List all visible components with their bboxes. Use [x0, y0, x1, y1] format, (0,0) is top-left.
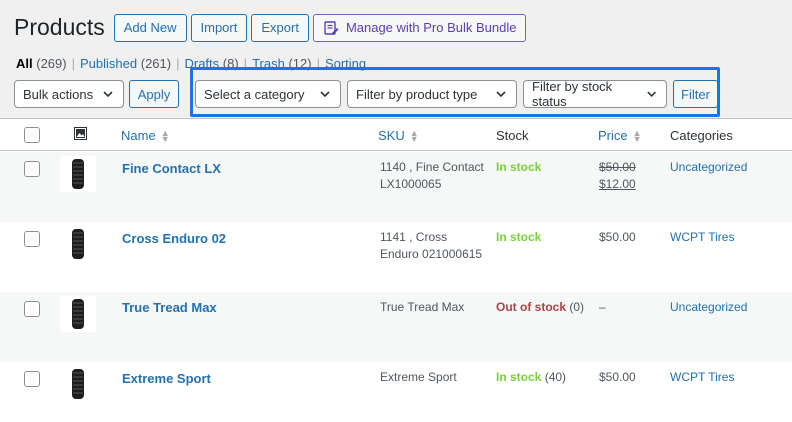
- bulk-actions-select[interactable]: Bulk actions: [14, 80, 124, 108]
- chevron-down-icon: [647, 91, 656, 97]
- stock-status-filter-select[interactable]: Filter by stock status: [523, 79, 667, 109]
- category-link[interactable]: WCPT Tires: [670, 230, 734, 244]
- stock-quantity: (0): [569, 300, 585, 314]
- filter-button[interactable]: Filter: [673, 80, 718, 108]
- product-price: $50.00: [599, 370, 636, 384]
- row-checkbox[interactable]: [24, 371, 40, 387]
- column-sku-label: SKU: [378, 128, 405, 143]
- product-type-filter-value: Filter by product type: [356, 86, 478, 102]
- product-name-link[interactable]: True Tread Max: [122, 300, 217, 315]
- tire-image-icon: [72, 229, 84, 259]
- sort-icon: ▲ ▼: [409, 127, 419, 144]
- view-separator: |: [71, 56, 75, 71]
- stock-status: In stock: [496, 230, 541, 244]
- product-price: –: [599, 300, 606, 314]
- tire-image-icon: [72, 299, 84, 329]
- column-price[interactable]: Price ▲ ▼: [598, 128, 642, 143]
- table-row: Fine Contact LX 1140 , Fine Contact LX10…: [0, 152, 792, 222]
- column-categories: Categories: [670, 128, 733, 143]
- product-sku: 1141 , Cross Enduro 021000615: [380, 230, 483, 261]
- row-checkbox[interactable]: [24, 161, 40, 177]
- stock-quantity: (40): [544, 370, 567, 384]
- product-price: $50.00 $12.00: [599, 159, 636, 193]
- image-icon: [74, 127, 87, 140]
- status-views: All (269) | Published (261) | Drafts (8) | Tra…: [16, 56, 366, 71]
- stock-status-filter-value: Filter by stock status: [532, 79, 613, 109]
- stock-label: In stock: [496, 160, 542, 174]
- column-name[interactable]: Name ▲ ▼: [121, 128, 170, 143]
- product-name-link[interactable]: Cross Enduro 02: [122, 231, 226, 246]
- product-name-link[interactable]: Fine Contact LX: [122, 161, 221, 176]
- sale-price: $12.00: [599, 177, 636, 191]
- import-button[interactable]: Import: [190, 13, 248, 42]
- pro-bulk-bundle-label: Manage with Pro Bulk Bundle: [345, 20, 517, 35]
- column-name-label: Name: [121, 128, 156, 143]
- view-all[interactable]: All (269): [16, 56, 67, 71]
- product-price: $50.00: [599, 230, 636, 244]
- product-type-filter-select[interactable]: Filter by product type: [347, 80, 517, 108]
- product-thumbnail[interactable]: [60, 296, 96, 332]
- stock-status: Out of stock (0): [496, 300, 584, 314]
- view-published[interactable]: Published (261): [80, 56, 171, 71]
- table-row: True Tread Max True Tread Max Out of sto…: [0, 292, 792, 362]
- bulk-actions-value: Bulk actions: [23, 86, 94, 102]
- column-price-label: Price: [598, 128, 628, 143]
- chevron-down-icon: [320, 91, 330, 98]
- product-thumbnail[interactable]: [60, 226, 96, 262]
- chevron-down-icon: [103, 91, 113, 98]
- row-checkbox[interactable]: [24, 231, 40, 247]
- category-link[interactable]: WCPT Tires: [670, 370, 734, 384]
- view-separator: |: [316, 56, 320, 71]
- product-sku: True Tread Max: [380, 300, 465, 314]
- tire-image-icon: [72, 159, 84, 189]
- add-new-button[interactable]: Add New: [113, 13, 187, 42]
- product-name-link[interactable]: Extreme Sport: [122, 371, 211, 386]
- table-row: Cross Enduro 02 1141 , Cross Enduro 0210…: [0, 222, 792, 292]
- view-sorting[interactable]: Sorting: [325, 56, 366, 71]
- apply-button[interactable]: Apply: [129, 80, 179, 108]
- column-sku[interactable]: SKU ▲ ▼: [378, 128, 419, 143]
- column-stock: Stock: [496, 128, 529, 143]
- image-column-icon: [74, 127, 87, 140]
- category-link[interactable]: Uncategorized: [670, 300, 747, 314]
- category-link[interactable]: Uncategorized: [670, 160, 747, 174]
- sort-icon: ▲ ▼: [632, 127, 642, 144]
- tire-image-icon: [72, 369, 84, 399]
- stock-label: In stock: [496, 370, 542, 384]
- category-filter-select[interactable]: Select a category: [195, 80, 341, 108]
- row-checkbox[interactable]: [24, 301, 40, 317]
- stock-label: In stock: [496, 230, 542, 244]
- view-drafts[interactable]: Drafts (8): [184, 56, 238, 71]
- category-filter-value: Select a category: [204, 86, 305, 102]
- view-separator: |: [176, 56, 180, 71]
- stock-status: In stock (40): [496, 370, 566, 384]
- page-title: Products: [14, 14, 105, 40]
- table-header: Name ▲ ▼ SKU ▲ ▼ Stock Price ▲ ▼ Categories: [0, 119, 792, 151]
- sort-icon: ▲ ▼: [160, 127, 170, 144]
- stock-label: Out of stock: [496, 300, 567, 314]
- table-row: Extreme Sport Extreme Sport In stock (40…: [0, 362, 792, 422]
- product-sku: Extreme Sport: [380, 370, 457, 384]
- bulk-edit-icon: [324, 20, 339, 35]
- product-thumbnail[interactable]: [60, 366, 96, 402]
- product-sku: 1140 , Fine Contact LX1000065: [380, 160, 484, 191]
- title-row: Products Add New Import Export Manage wi…: [14, 13, 530, 42]
- pro-bulk-bundle-button[interactable]: Manage with Pro Bulk Bundle: [312, 13, 527, 42]
- select-all-checkbox[interactable]: [24, 127, 40, 143]
- products-table: Name ▲ ▼ SKU ▲ ▼ Stock Price ▲ ▼ Categories…: [0, 118, 792, 422]
- view-separator: |: [243, 56, 248, 71]
- chevron-down-icon: [496, 91, 506, 98]
- export-button[interactable]: Export: [251, 13, 309, 42]
- product-thumbnail[interactable]: [60, 156, 96, 192]
- stock-status: In stock: [496, 160, 541, 174]
- regular-price: $50.00: [599, 160, 636, 174]
- view-trash[interactable]: Trash (12): [252, 56, 312, 71]
